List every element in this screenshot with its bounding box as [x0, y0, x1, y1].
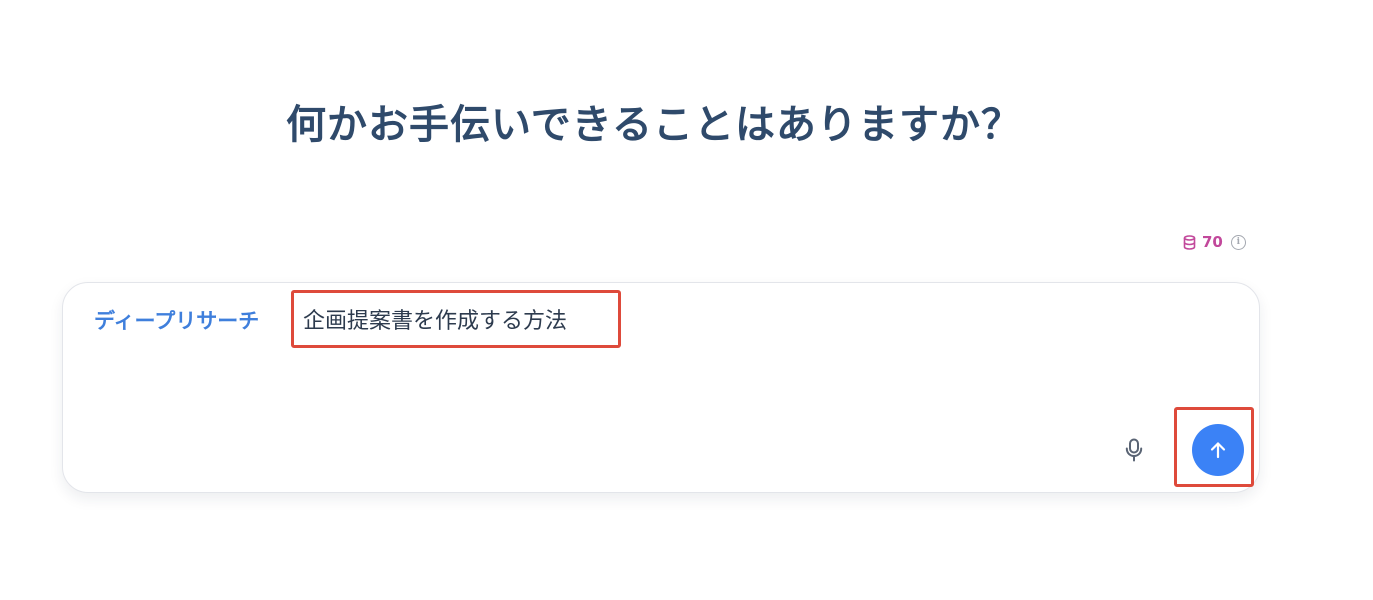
- database-icon: [1183, 234, 1196, 250]
- page-title: 何かお手伝いできることはありますか？: [286, 102, 1022, 148]
- page: 何かお手伝いできることはありますか？ 70 i ディープリサーチ 企画提案書を作…: [0, 0, 1373, 600]
- credits-indicator: 70 i: [1183, 233, 1246, 251]
- send-button[interactable]: [1192, 424, 1244, 476]
- credits-count: 70: [1202, 233, 1223, 251]
- microphone-icon[interactable]: [1121, 435, 1147, 465]
- info-icon[interactable]: i: [1230, 234, 1246, 250]
- arrow-up-icon: [1208, 440, 1228, 460]
- deep-research-mode-tag[interactable]: ディープリサーチ: [94, 305, 259, 335]
- chat-composer[interactable]: ディープリサーチ 企画提案書を作成する方法: [62, 282, 1260, 493]
- query-input[interactable]: 企画提案書を作成する方法: [303, 303, 567, 335]
